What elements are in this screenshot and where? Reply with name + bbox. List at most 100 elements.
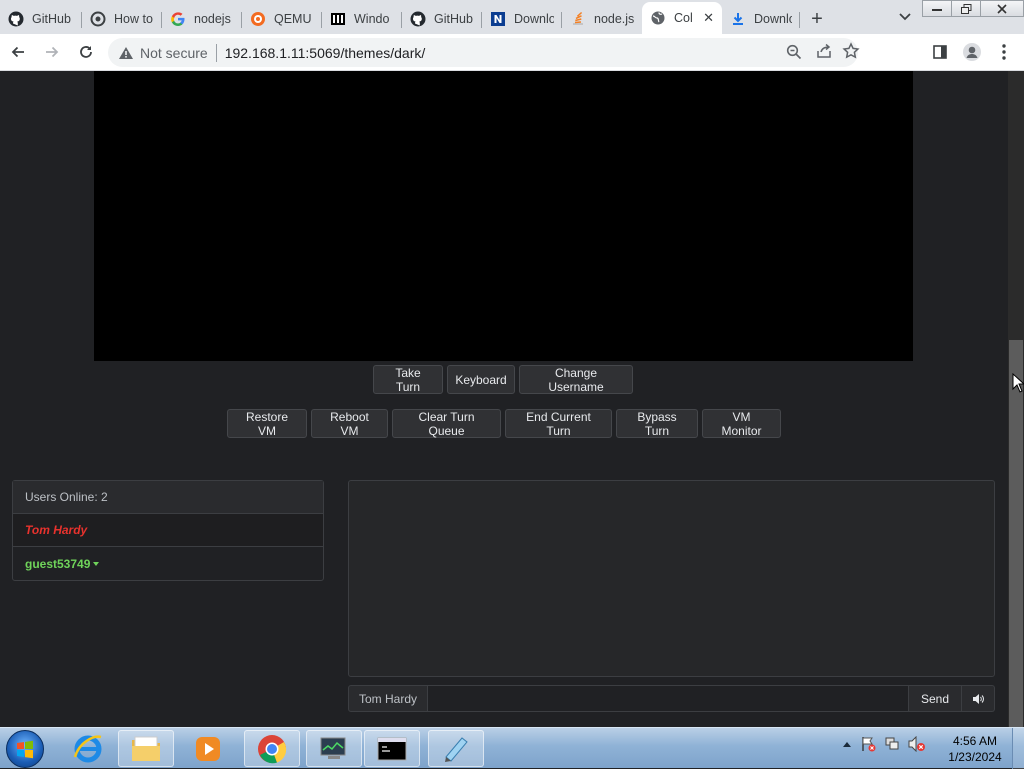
tab-nodejs-stack[interactable]: node.js [562,4,642,34]
user-list-item-self[interactable]: guest53749 [13,547,323,580]
taskbar-notepad[interactable] [428,730,484,767]
take-turn-button[interactable]: Take Turn [373,365,443,394]
kebab-menu-icon [1002,44,1006,60]
warning-icon[interactable] [118,45,134,61]
restore-vm-button[interactable]: Restore VM [227,409,307,438]
clock-time: 4:56 AM [952,734,998,748]
show-hidden-icons-icon[interactable] [842,740,852,748]
new-tab-button[interactable]: + [800,4,834,34]
vm-display[interactable] [94,71,913,361]
security-label[interactable]: Not secure [140,45,208,61]
address-bar[interactable]: Not secure 192.168.1.11:5069/themes/dark… [108,38,860,67]
minimize-icon [932,8,942,11]
page-scrollbar-thumb[interactable] [1009,340,1023,727]
profile-button[interactable] [956,36,988,68]
end-current-turn-button[interactable]: End Current Turn [505,409,612,438]
arrow-left-icon [11,46,24,58]
system-tray [842,736,926,752]
tab-how-to[interactable]: How to [82,4,162,34]
tab-download-n[interactable]: Downlo [482,4,562,34]
github-icon [8,11,24,27]
close-tab-icon[interactable]: ✕ [699,10,714,26]
tab-github[interactable]: GitHub [0,4,82,34]
omnibox-divider [215,43,217,62]
tab-label: GitHub [434,12,473,26]
restore-button[interactable] [951,0,981,17]
arrow-right-icon [46,46,59,58]
reboot-vm-button[interactable]: Reboot VM [311,409,388,438]
notepad-icon [445,736,468,762]
change-username-button[interactable]: Change Username [519,365,633,394]
tab-download[interactable]: Downlo [722,4,800,34]
side-panel-button[interactable] [924,36,956,68]
tab-label: Windo [354,12,390,26]
taskbar-command-prompt[interactable] [364,730,420,767]
caret-down-icon [93,561,100,566]
media-player-icon [196,736,220,761]
profile-icon [963,43,981,61]
zoom-icon[interactable] [786,44,802,63]
network-icon[interactable] [884,736,900,752]
url-text[interactable]: 192.168.1.11:5069/themes/dark/ [225,45,426,61]
show-desktop-button[interactable] [1012,728,1024,769]
reload-button[interactable] [70,36,102,68]
terminal-icon [377,737,407,760]
tab-qemu[interactable]: QEMU [242,4,322,34]
back-button[interactable] [2,36,34,68]
tab-label: Downlo [754,12,792,26]
volume-muted-icon[interactable] [908,736,926,752]
keyboard-button[interactable]: Keyboard [447,365,515,394]
archive-icon [330,11,346,27]
tab-google-nodejs[interactable]: nodejs [162,4,242,34]
username-label: guest53749 [25,556,91,571]
taskbar-network-monitor[interactable] [306,730,362,767]
chat-input-bar: Tom Hardy Send [348,685,995,712]
username-label: Tom Hardy [25,523,88,537]
taskbar-chrome[interactable] [244,730,300,767]
qemu-icon [250,11,266,27]
windows-logo-icon [17,740,33,759]
online-users-panel: Users Online: 2 Tom Hardy guest53749 [12,480,324,581]
tab-github-2[interactable]: GitHub [402,4,482,34]
clear-turn-queue-button[interactable]: Clear Turn Queue [392,409,501,438]
tab-strip: GitHub How to nodejs QEMU Windo GitHub D… [0,0,1024,34]
taskbar-clock[interactable]: 4:56 AM 1/23/2024 [940,733,1010,765]
share-icon[interactable] [816,43,832,62]
tab-label: node.js [594,12,634,26]
tab-collabvm-active[interactable]: Col ✕ [642,2,722,34]
taskbar-file-explorer[interactable] [118,730,174,767]
send-button[interactable]: Send [908,685,962,712]
clock-date: 1/23/2024 [948,750,1002,764]
browser-toolbar: Not secure 192.168.1.11:5069/themes/dark… [0,34,1024,71]
vm-monitor-button[interactable]: VM Monitor [702,409,781,438]
stack-icon [570,11,586,27]
forward-button[interactable] [36,36,68,68]
volume-button[interactable] [962,685,995,712]
taskbar-internet-explorer[interactable] [60,730,116,767]
tab-search-button[interactable] [894,6,916,28]
taskbar-media-player[interactable] [180,730,236,767]
user-list-item[interactable]: Tom Hardy [13,514,323,547]
download-icon [730,11,746,27]
toolbar-right-buttons [924,36,1020,68]
chat-message-input[interactable] [428,685,909,712]
tab-label: nodejs [194,12,231,26]
users-online-count: Users Online: 2 [13,481,323,514]
minimize-button[interactable] [922,0,952,17]
globe-icon [650,10,666,26]
page-content: Take Turn Keyboard Change Username Resto… [0,71,1008,727]
tab-label: GitHub [32,12,71,26]
bypass-turn-button[interactable]: Bypass Turn [616,409,698,438]
action-center-flag-icon[interactable] [860,736,876,752]
tab-label: Downlo [514,12,554,26]
chrome-icon [258,734,287,763]
window-close-button[interactable] [980,0,1024,17]
folder-icon [132,736,160,761]
github-icon [410,11,426,27]
menu-button[interactable] [988,36,1020,68]
bookmark-star-icon[interactable] [842,42,860,63]
google-icon [170,11,186,27]
start-button[interactable] [6,730,44,768]
tab-windows[interactable]: Windo [322,4,402,34]
chevron-down-icon [899,13,911,21]
